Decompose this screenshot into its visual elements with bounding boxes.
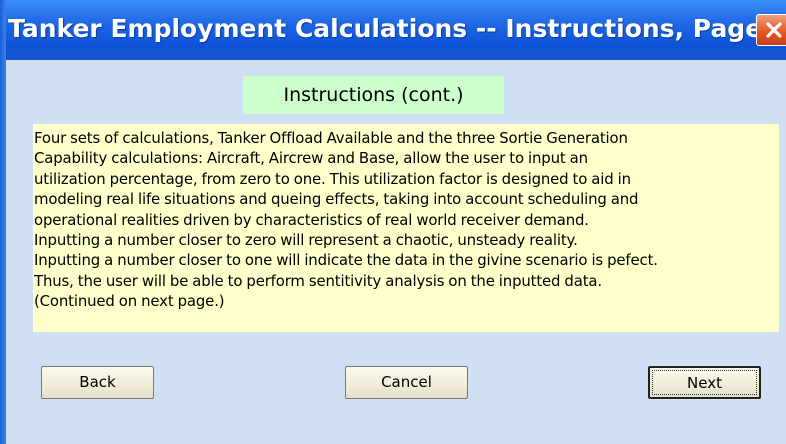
dialog-client-area: Instructions (cont.) Four sets of calcul…: [6, 60, 786, 444]
instructions-body-text: Four sets of calculations, Tanker Offloa…: [33, 124, 779, 332]
close-button[interactable]: [756, 14, 786, 46]
window-title: Tanker Employment Calculations -- Instru…: [8, 14, 786, 43]
cancel-button[interactable]: Cancel: [345, 366, 468, 399]
instructions-heading: Instructions (cont.): [243, 76, 504, 114]
next-button-label: Next: [687, 374, 722, 392]
dialog-window: Tanker Employment Calculations -- Instru…: [0, 0, 786, 444]
close-icon: [766, 22, 782, 38]
title-bar[interactable]: Tanker Employment Calculations -- Instru…: [0, 0, 786, 60]
back-button[interactable]: Back: [41, 366, 154, 399]
next-button[interactable]: Next: [648, 366, 761, 399]
